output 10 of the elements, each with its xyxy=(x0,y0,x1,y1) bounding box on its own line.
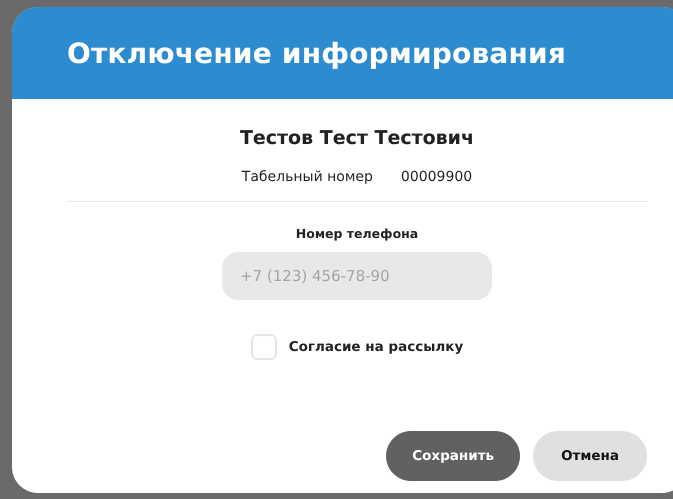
id-value: 00009900 xyxy=(400,169,472,185)
cancel-button[interactable]: Отмена xyxy=(533,431,647,481)
consent-label: Согласие на рассылку xyxy=(288,339,464,355)
employee-name: Тестов Тест Тестович xyxy=(240,127,474,149)
consent-checkbox[interactable] xyxy=(250,334,277,360)
id-label: Табельный номер xyxy=(242,169,373,185)
save-button[interactable]: Сохранить xyxy=(386,431,520,481)
phone-field[interactable]: +7 (123) 456-78-90 xyxy=(222,252,492,300)
phone-label: Номер телефона xyxy=(296,226,418,241)
dialog-title: Отключение информирования xyxy=(67,36,566,70)
